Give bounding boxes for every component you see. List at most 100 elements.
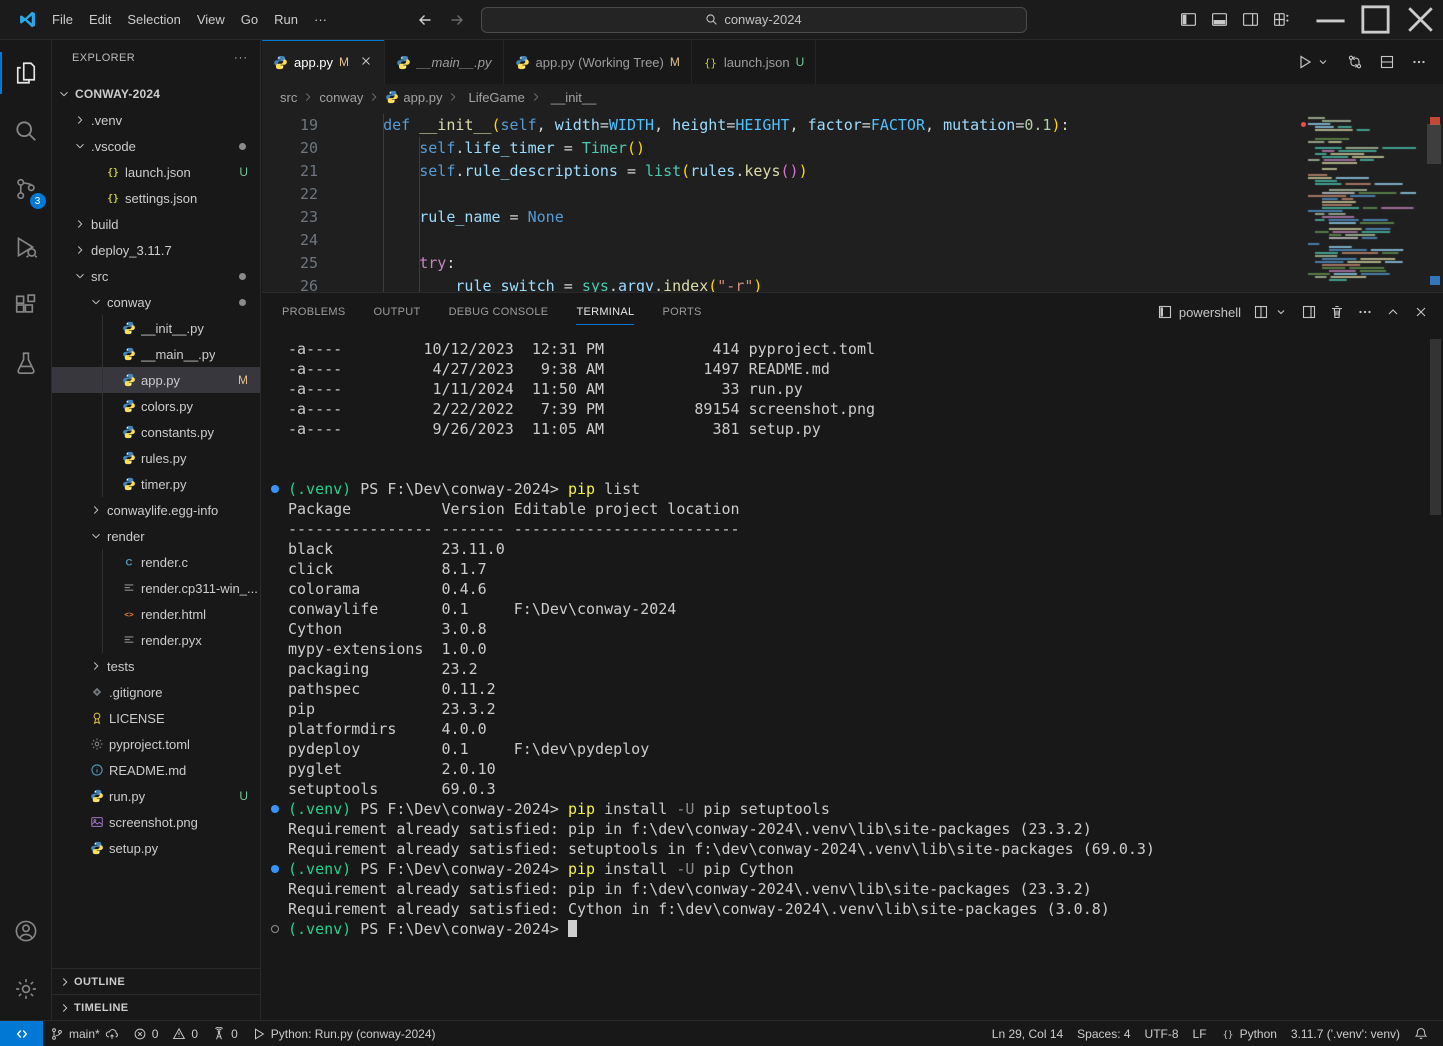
maximize-panel-button[interactable] bbox=[1385, 304, 1401, 320]
status-git-branch[interactable]: main* bbox=[43, 1021, 126, 1046]
panel-tab-terminal[interactable]: TERMINAL bbox=[576, 293, 634, 331]
toggle-sidebar-icon[interactable] bbox=[1180, 11, 1197, 28]
tree-item-src[interactable]: src bbox=[52, 263, 260, 289]
command-decoration-filled[interactable] bbox=[271, 805, 279, 813]
tree-item-tests[interactable]: tests bbox=[52, 653, 260, 679]
command-decoration-filled[interactable] bbox=[271, 485, 279, 493]
breadcrumb-src[interactable]: src bbox=[280, 90, 297, 105]
activity-accounts[interactable] bbox=[0, 906, 52, 956]
panel-tab-debug-console[interactable]: DEBUG CONSOLE bbox=[449, 293, 549, 331]
activity-source-control[interactable]: 3 bbox=[0, 164, 52, 214]
back-arrow-icon[interactable] bbox=[417, 12, 433, 28]
status-notifications[interactable] bbox=[1407, 1021, 1435, 1046]
tree-item-launch-json[interactable]: {}launch.jsonU bbox=[52, 159, 260, 185]
panel-tab-output[interactable]: OUTPUT bbox=[374, 293, 421, 331]
close-panel-button[interactable] bbox=[1413, 304, 1429, 320]
terminal-scrollbar[interactable] bbox=[1430, 339, 1441, 515]
tree-item-screenshot-png[interactable]: screenshot.png bbox=[52, 809, 260, 835]
tree-item--venv[interactable]: .venv bbox=[52, 107, 260, 133]
tab-app-py[interactable]: app.pyM bbox=[262, 40, 385, 84]
tree-item-conwaylife-egg-info[interactable]: conwaylife.egg-info bbox=[52, 497, 260, 523]
menu-go[interactable]: Go bbox=[233, 8, 266, 31]
activity-extensions[interactable] bbox=[0, 280, 52, 330]
tree-item-deploy-3-11-7[interactable]: deploy_3.11.7 bbox=[52, 237, 260, 263]
overview-ruler[interactable] bbox=[1423, 110, 1443, 292]
dropdown-chevron-icon[interactable] bbox=[1273, 304, 1289, 320]
tree-item-render-c[interactable]: Crender.c bbox=[52, 549, 260, 575]
menu-overflow[interactable]: ··· bbox=[306, 8, 335, 31]
tree-item-readme-md[interactable]: README.md bbox=[52, 757, 260, 783]
tree-item-run-py[interactable]: run.pyU bbox=[52, 783, 260, 809]
tree-item-app-py[interactable]: app.pyM bbox=[52, 367, 260, 393]
status-eol[interactable]: LF bbox=[1186, 1021, 1214, 1046]
editor-scrollbar[interactable] bbox=[1427, 124, 1441, 164]
command-center-search[interactable]: conway-2024 bbox=[481, 7, 1027, 33]
split-editor-button[interactable] bbox=[1379, 54, 1395, 70]
tree-item-pyproject-toml[interactable]: pyproject.toml bbox=[52, 731, 260, 757]
tab-app-py-working-tree-[interactable]: app.py (Working Tree)M bbox=[504, 40, 692, 84]
explorer-more-actions[interactable]: ··· bbox=[234, 52, 248, 64]
section-timeline[interactable]: TIMELINE bbox=[52, 994, 260, 1020]
more-button[interactable] bbox=[1357, 304, 1373, 320]
split-terminal-button[interactable] bbox=[1253, 304, 1269, 320]
panel-tab-ports[interactable]: PORTS bbox=[662, 293, 701, 331]
activity-testing[interactable] bbox=[0, 338, 52, 388]
tree-item-conway[interactable]: conway bbox=[52, 289, 260, 315]
command-decoration-hollow[interactable] bbox=[271, 925, 279, 933]
status-ports[interactable]: 0 bbox=[205, 1021, 245, 1046]
tree-item-build[interactable]: build bbox=[52, 211, 260, 237]
breadcrumb--init-[interactable]: __init__ bbox=[547, 90, 597, 105]
breadcrumb[interactable]: srcconwayapp.pyLifeGame__init__ bbox=[262, 84, 1443, 110]
status-cursor-position[interactable]: Ln 29, Col 14 bbox=[985, 1021, 1070, 1046]
terminal-instance[interactable]: powershell bbox=[1157, 304, 1241, 320]
tree-item-colors-py[interactable]: colors.py bbox=[52, 393, 260, 419]
tree-item-rules-py[interactable]: rules.py bbox=[52, 445, 260, 471]
tree-item--init-py[interactable]: __init__.py bbox=[52, 315, 260, 341]
section-outline[interactable]: OUTLINE bbox=[52, 968, 260, 994]
toggle-panel-icon[interactable] bbox=[1211, 11, 1228, 28]
status-errors[interactable]: 0 bbox=[126, 1021, 166, 1046]
close-tab-icon[interactable] bbox=[359, 54, 373, 71]
command-decoration-filled[interactable] bbox=[271, 865, 279, 873]
activity-explorer[interactable] bbox=[0, 48, 52, 98]
minimize-button[interactable] bbox=[1308, 0, 1353, 39]
status-encoding[interactable]: UTF-8 bbox=[1138, 1021, 1186, 1046]
status-python-interpreter[interactable]: 3.11.7 ('.venv': venv) bbox=[1284, 1021, 1407, 1046]
terminal-output[interactable]: -a---- 10/12/2023 12:31 PM 414 pyproject… bbox=[262, 339, 1427, 1020]
open-changes-button[interactable] bbox=[1347, 54, 1363, 70]
activity-manage[interactable] bbox=[0, 964, 52, 1014]
forward-arrow-icon[interactable] bbox=[449, 12, 465, 28]
status-remote-indicator[interactable] bbox=[0, 1021, 43, 1046]
status-warnings[interactable]: 0 bbox=[165, 1021, 205, 1046]
activity-run-and-debug[interactable] bbox=[0, 222, 52, 272]
code-editor[interactable]: 19 def __init__(self, width=WIDTH, heigh… bbox=[262, 110, 1443, 292]
menu-edit[interactable]: Edit bbox=[81, 8, 119, 31]
tree-item-timer-py[interactable]: timer.py bbox=[52, 471, 260, 497]
menu-selection[interactable]: Selection bbox=[119, 8, 188, 31]
breadcrumb-conway[interactable]: conway bbox=[319, 90, 363, 105]
open-panel-button[interactable] bbox=[1301, 304, 1317, 320]
tree-item-render-pyx[interactable]: render.pyx bbox=[52, 627, 260, 653]
tab--main-py[interactable]: __main__.py bbox=[385, 40, 503, 84]
maximize-button[interactable] bbox=[1353, 0, 1398, 39]
menu-file[interactable]: File bbox=[44, 8, 81, 31]
tab-launch-json[interactable]: {}launch.jsonU bbox=[692, 40, 816, 84]
tree-item-setup-py[interactable]: setup.py bbox=[52, 835, 260, 861]
activity-search[interactable] bbox=[0, 106, 52, 156]
tree-item-conway-2024[interactable]: CONWAY-2024 bbox=[52, 81, 260, 107]
tree-item-constants-py[interactable]: constants.py bbox=[52, 419, 260, 445]
breadcrumb-app-py[interactable]: app.py bbox=[385, 90, 442, 105]
tree-item--vscode[interactable]: .vscode bbox=[52, 133, 260, 159]
tree-item-render-html[interactable]: <>render.html bbox=[52, 601, 260, 627]
panel-tab-problems[interactable]: PROBLEMS bbox=[282, 293, 346, 331]
status-debug-config[interactable]: Python: Run.py (conway-2024) bbox=[245, 1021, 443, 1046]
close-window-button[interactable] bbox=[1398, 0, 1443, 39]
run-button[interactable] bbox=[1297, 54, 1331, 70]
menu-view[interactable]: View bbox=[189, 8, 233, 31]
menu-run[interactable]: Run bbox=[266, 8, 306, 31]
tree-item--gitignore[interactable]: .gitignore bbox=[52, 679, 260, 705]
toggle-secondary-sidebar-icon[interactable] bbox=[1242, 11, 1259, 28]
kill-terminal-button[interactable] bbox=[1329, 304, 1345, 320]
customize-layout-icon[interactable] bbox=[1273, 11, 1290, 28]
tree-item-render[interactable]: render bbox=[52, 523, 260, 549]
